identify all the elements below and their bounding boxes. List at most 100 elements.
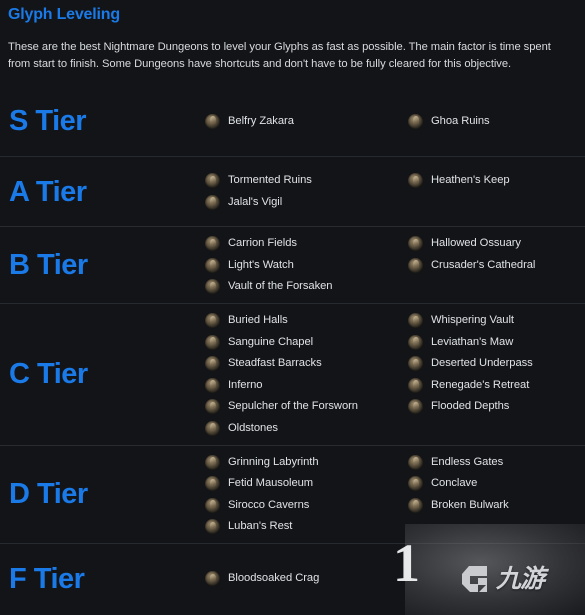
dungeon-icon	[205, 194, 220, 210]
dungeon-name: Sirocco Caverns	[228, 498, 310, 511]
tier-label: C Tier	[9, 358, 88, 391]
page-header: Glyph Leveling	[0, 0, 585, 25]
tier-dungeon-columns: Carrion Fields Light's Watch Vault of the …	[205, 236, 585, 294]
dungeon-icon	[205, 519, 220, 534]
dungeon-name: Sepulcher of the Forsworn	[228, 400, 358, 412]
tier-label: F Tier	[9, 562, 85, 595]
dungeon-icon	[205, 476, 220, 491]
dungeon-item[interactable]: Jalal's Vigil	[205, 194, 408, 210]
dungeon-column-right: Heathen's Keep	[408, 173, 579, 189]
dungeon-name: Steadfast Barracks	[228, 357, 322, 369]
dungeon-item[interactable]: Bloodsoaked Crag	[205, 571, 408, 586]
dungeon-icon	[205, 377, 220, 393]
tier-label: A Tier	[9, 175, 87, 208]
dungeon-item[interactable]: Ghoa Ruins	[408, 113, 579, 129]
dungeon-name: Jalal's Vigil	[228, 195, 283, 208]
dungeon-name: Leviathan's Maw	[431, 335, 514, 348]
dungeon-name: Tormented Ruins	[228, 174, 312, 187]
dungeon-column-left: Tormented Ruins Jalal's Vigil	[205, 173, 408, 210]
dungeon-column-right: Whispering Vault Leviathan's Maw Deserted …	[408, 313, 579, 414]
dungeon-item[interactable]: Whispering Vault	[408, 313, 579, 328]
dungeon-item[interactable]: Steadfast Barracks	[205, 356, 408, 371]
dungeon-icon	[205, 356, 220, 371]
dungeon-icon	[205, 399, 220, 414]
tier-label: S Tier	[9, 105, 87, 137]
dungeon-icon	[408, 113, 423, 129]
tier-row: S Tier Belfry Zakara Ghoa Ruins	[0, 86, 585, 156]
dungeon-item[interactable]: Conclave	[408, 476, 579, 491]
dungeon-item[interactable]: Fetid Mausoleum	[205, 476, 408, 491]
dungeon-icon	[205, 236, 220, 251]
dungeon-name: Flooded Depths	[431, 400, 510, 412]
tier-row: A Tier Tormented Ruins Jalal's Vigil Heathe…	[0, 156, 585, 226]
dungeon-name: Bloodsoaked Crag	[228, 572, 320, 584]
dungeon-icon	[205, 113, 220, 129]
dungeon-item[interactable]: Broken Bulwark	[408, 497, 579, 513]
dungeon-name: Light's Watch	[228, 258, 294, 271]
dungeon-item[interactable]: Flooded Depths	[408, 399, 579, 414]
dungeon-name: Crusader's Cathedral	[431, 258, 536, 271]
tier-label-cell: B Tier	[0, 249, 205, 281]
dungeon-name: Vault of the Forsaken	[228, 280, 333, 292]
dungeon-icon	[408, 236, 423, 251]
tier-dungeon-columns: Grinning Labyrinth Fetid Mausoleum Sirocco…	[205, 454, 585, 534]
dungeon-icon	[408, 173, 423, 189]
dungeon-column-left: Belfry Zakara	[205, 113, 408, 129]
tier-dungeon-columns: Bloodsoaked Crag	[205, 571, 585, 586]
dungeon-icon	[408, 476, 423, 491]
dungeon-item[interactable]: Leviathan's Maw	[408, 334, 579, 350]
dungeon-item[interactable]: Sanguine Chapel	[205, 334, 408, 350]
tier-dungeon-columns: Buried Halls Sanguine Chapel Steadfast Bar…	[205, 313, 585, 436]
dungeon-item[interactable]: Renegade's Retreat	[408, 377, 579, 393]
tier-list-table: S Tier Belfry Zakara Ghoa Ruins A Tier Torme…	[0, 86, 585, 613]
dungeon-item[interactable]: Deserted Underpass	[408, 356, 579, 371]
dungeon-item[interactable]: Sirocco Caverns	[205, 497, 408, 513]
dungeon-name: Conclave	[431, 477, 478, 489]
dungeon-item[interactable]: Buried Halls	[205, 313, 408, 328]
dungeon-name: Broken Bulwark	[431, 498, 509, 511]
dungeon-item[interactable]: Carrion Fields	[205, 236, 408, 251]
tier-label-cell: F Tier	[0, 563, 205, 595]
dungeon-item[interactable]: Oldstones	[205, 420, 408, 436]
dungeon-icon	[205, 257, 220, 273]
dungeon-icon	[408, 497, 423, 513]
dungeon-icon	[408, 257, 423, 273]
dungeon-icon	[205, 454, 220, 470]
dungeon-item[interactable]: Crusader's Cathedral	[408, 257, 579, 273]
dungeon-name: Heathen's Keep	[431, 174, 510, 187]
tier-label-cell: S Tier	[0, 105, 205, 137]
dungeon-item[interactable]: Grinning Labyrinth	[205, 454, 408, 470]
dungeon-column-right: Ghoa Ruins	[408, 113, 579, 129]
dungeon-item[interactable]: Hallowed Ossuary	[408, 236, 579, 251]
dungeon-column-right: Endless Gates Conclave Broken Bulwark	[408, 454, 579, 513]
dungeon-item[interactable]: Endless Gates	[408, 454, 579, 470]
dungeon-name: Endless Gates	[431, 455, 504, 468]
dungeon-item[interactable]: Sepulcher of the Forsworn	[205, 399, 408, 414]
dungeon-item[interactable]: Heathen's Keep	[408, 173, 579, 189]
tier-row: C Tier Buried Halls Sanguine Chapel Steadfa…	[0, 303, 585, 445]
dungeon-name: Deserted Underpass	[431, 357, 533, 369]
dungeon-item[interactable]: Tormented Ruins	[205, 173, 408, 189]
dungeon-item[interactable]: Luban's Rest	[205, 519, 408, 534]
dungeon-name: Grinning Labyrinth	[228, 455, 319, 468]
dungeon-column-right: Hallowed Ossuary Crusader's Cathedral	[408, 236, 579, 273]
page-title: Glyph Leveling	[8, 6, 120, 23]
tier-row: B Tier Carrion Fields Light's Watch Vault o…	[0, 226, 585, 303]
dungeon-name: Oldstones	[228, 421, 278, 434]
dungeon-icon	[408, 313, 423, 328]
dungeon-item[interactable]: Belfry Zakara	[205, 113, 408, 129]
dungeon-item[interactable]: Light's Watch	[205, 257, 408, 273]
dungeon-icon	[205, 173, 220, 189]
dungeon-name: Carrion Fields	[228, 237, 297, 249]
tier-label-cell: D Tier	[0, 478, 205, 510]
dungeon-item[interactable]: Vault of the Forsaken	[205, 279, 408, 294]
dungeon-name: Luban's Rest	[228, 520, 293, 532]
dungeon-name: Whispering Vault	[431, 314, 514, 326]
dungeon-item[interactable]: Inferno	[205, 377, 408, 393]
dungeon-name: Renegade's Retreat	[431, 378, 530, 391]
dungeon-name: Hallowed Ossuary	[431, 237, 521, 249]
dungeon-name: Belfry Zakara	[228, 114, 294, 127]
dungeon-icon	[408, 356, 423, 371]
tier-row: D Tier Grinning Labyrinth Fetid Mausoleum S…	[0, 444, 585, 544]
dungeon-column-left: Carrion Fields Light's Watch Vault of the …	[205, 236, 408, 294]
